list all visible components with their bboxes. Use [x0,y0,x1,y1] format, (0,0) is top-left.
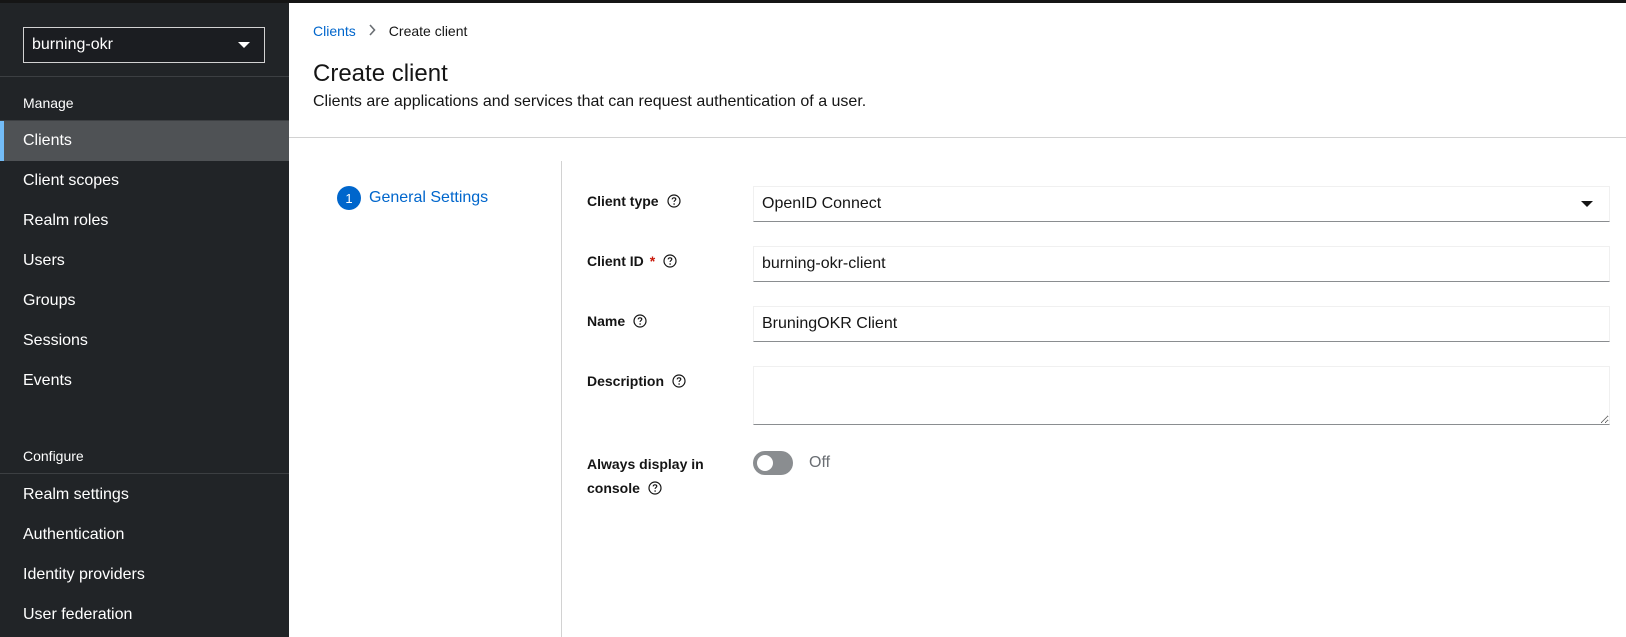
sidebar-item-clients[interactable]: Clients [0,121,289,161]
question-circle-icon[interactable] [672,374,686,388]
sidebar-item-identity-providers[interactable]: Identity providers [0,555,289,595]
step-number-badge: 1 [337,186,361,210]
wizard-step-general-settings[interactable]: 1 General Settings [337,186,488,210]
description-textarea[interactable] [753,366,1610,425]
toggle-knob [757,455,773,471]
client-type-label-text: Client type [587,193,659,209]
sidebar-item-authentication[interactable]: Authentication [0,515,289,555]
sidebar-item-user-federation[interactable]: User federation [0,595,289,635]
sidebar-item-realm-roles[interactable]: Realm roles [0,201,289,241]
always-display-label: Always display in console [587,452,704,500]
always-display-label-line2: console [587,480,640,496]
description-label-text: Description [587,373,665,389]
breadcrumb-link-clients[interactable]: Clients [313,23,356,39]
sidebar-item-client-scopes[interactable]: Client scopes [0,161,289,201]
caret-down-icon [238,42,250,48]
name-label-text: Name [587,313,626,329]
client-type-label: Client type [587,193,681,209]
always-display-toggle-state: Off [809,454,831,471]
question-circle-icon[interactable] [633,314,647,328]
sidebar-item-sessions[interactable]: Sessions [0,321,289,361]
sidebar-divider [0,76,289,77]
required-indicator: * [649,253,656,269]
wizard-divider [561,161,562,637]
sidebar-item-groups[interactable]: Groups [0,281,289,321]
page-subtitle: Clients are applications and services th… [313,93,867,110]
always-display-label-line1: Always display in [587,456,704,472]
breadcrumb: Clients Create client [313,23,467,39]
realm-selector-value: burning-okr [32,36,113,53]
question-circle-icon[interactable] [666,194,681,208]
main-content: Clients Create client Create client Clie… [289,3,1626,637]
description-label: Description [587,373,686,389]
name-label: Name [587,313,647,329]
sidebar-item-events[interactable]: Events [0,361,289,401]
header-divider [289,137,1626,138]
realm-selector[interactable]: burning-okr [23,27,265,63]
sidebar-item-realm-settings[interactable]: Realm settings [0,475,289,515]
client-id-label-text: Client ID [587,253,644,269]
question-circle-icon[interactable] [648,481,662,495]
chevron-right-icon [368,23,376,39]
client-id-input[interactable] [753,246,1610,282]
sidebar-item-users[interactable]: Users [0,241,289,281]
client-id-label: Client ID * [587,253,677,269]
breadcrumb-current: Create client [388,23,468,39]
sidebar: burning-okr Manage Clients Client scopes… [0,3,289,637]
step-label: General Settings [369,189,489,206]
sidebar-section-configure: Configure [23,448,84,464]
client-type-select[interactable]: OpenID Connect [753,186,1610,222]
sidebar-section-manage: Manage [23,95,74,111]
question-circle-icon[interactable] [663,254,677,268]
sidebar-divider [0,473,289,474]
always-display-toggle[interactable] [753,451,793,475]
always-display-label-line2-row: console [587,476,704,500]
name-input[interactable] [753,306,1610,342]
page-title: Create client [313,60,448,87]
client-type-value: OpenID Connect [762,195,882,212]
caret-down-icon [1581,201,1593,207]
